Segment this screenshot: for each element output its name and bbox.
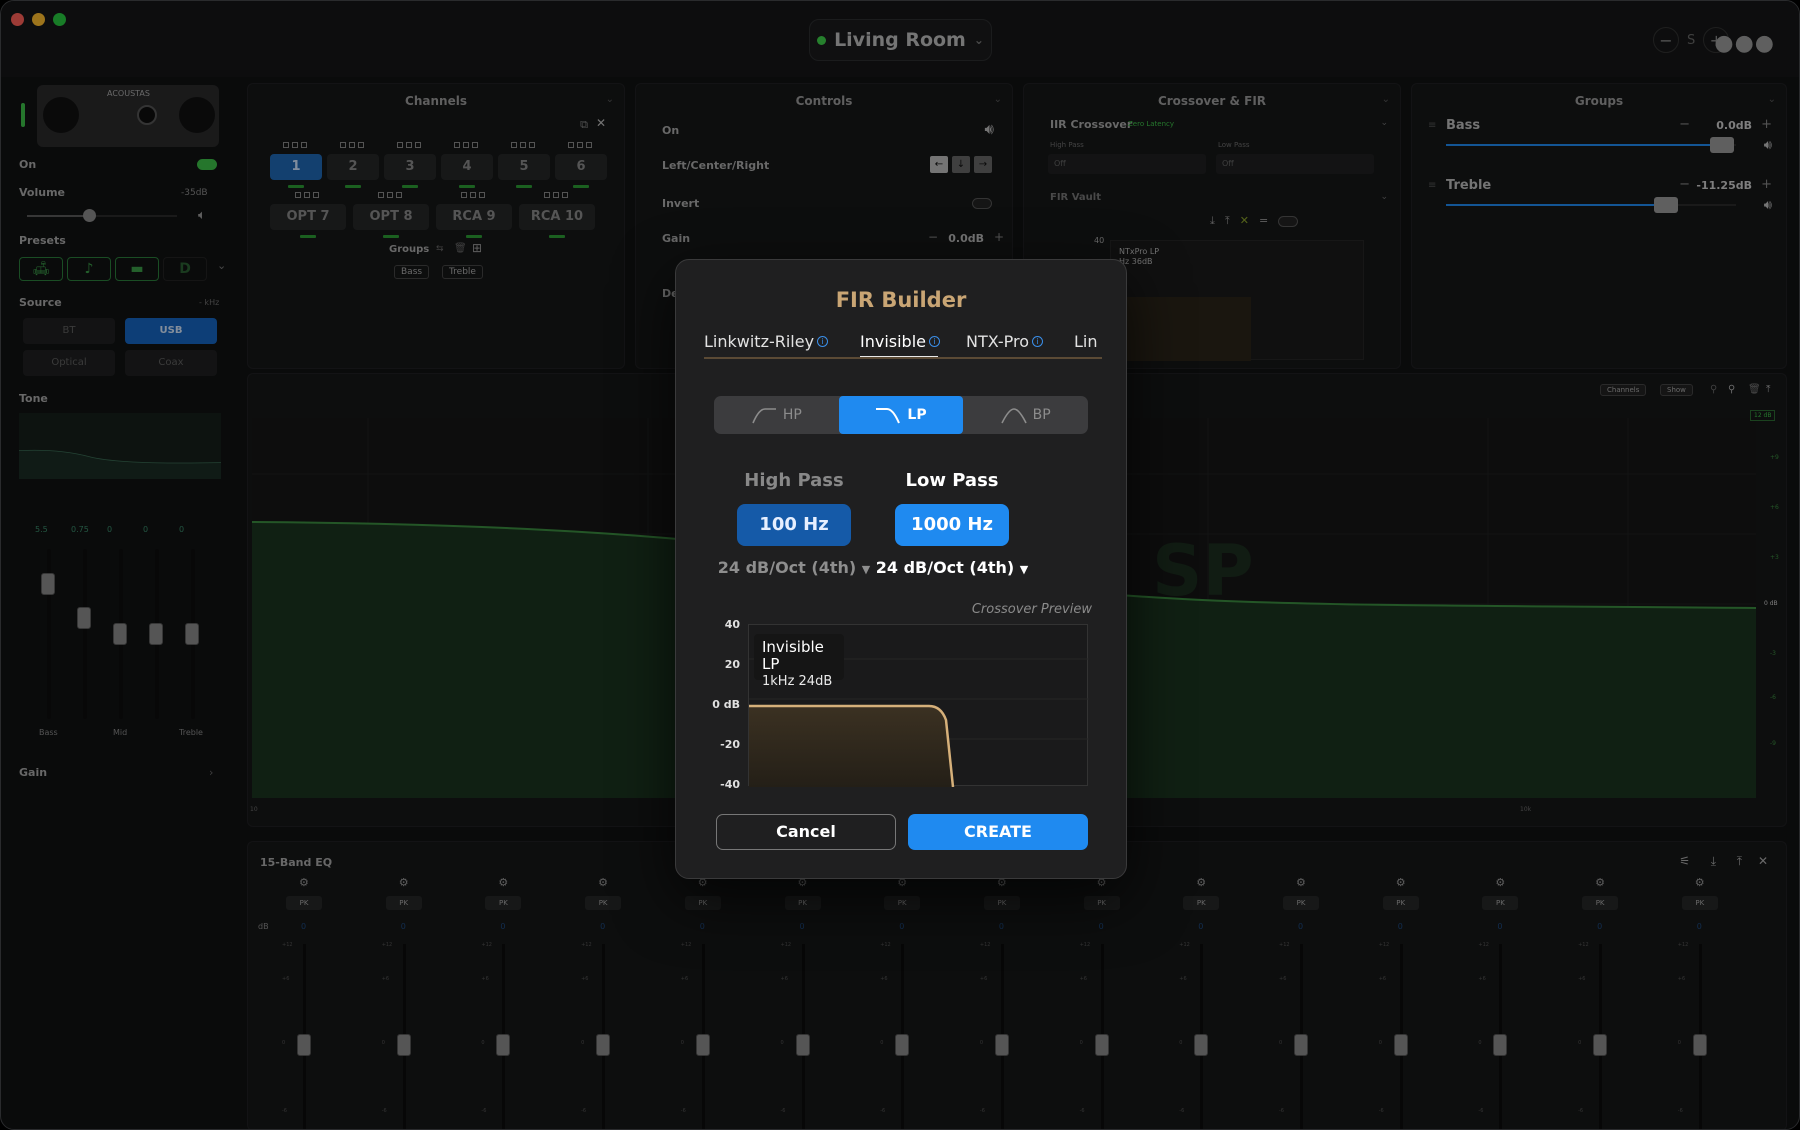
filter-mode-segmented: HP LP BP — [714, 396, 1088, 434]
lowpass-icon — [876, 408, 901, 424]
info-icon[interactable]: i — [929, 336, 940, 347]
slope-value: 24 dB/Oct (4th) — [875, 558, 1015, 577]
y-tick-m20: -20 — [720, 738, 740, 751]
cancel-button[interactable]: Cancel — [716, 814, 896, 850]
info-icon[interactable]: i — [817, 336, 829, 347]
highpass-icon — [752, 408, 776, 424]
filter-type-tabs: Linkwitz-Riley i Invisible i NTX-Pro i Lin — [704, 326, 1102, 359]
tooltip-sub: 1kHz 24dB — [762, 674, 833, 689]
low-pass-freq-button[interactable]: 1000 Hz — [895, 504, 1009, 546]
fir-builder-modal: FIR Builder Linkwitz-Riley i Invisible i N… — [675, 259, 1127, 879]
mode-bp-button[interactable]: BP — [963, 396, 1088, 434]
high-pass-slope-select[interactable]: 24 dB/Oct (4th) ▼ — [704, 558, 884, 577]
tab-invisible[interactable]: Invisible i — [860, 332, 940, 351]
y-tick-m40: -40 — [720, 778, 740, 791]
app-window: Living Room ⌄ − S + ●●● ACOUSTAS On Volu… — [0, 0, 1800, 1130]
dropdown-arrow-icon: ▼ — [1019, 563, 1029, 576]
tab-label: NTX-Pro — [966, 332, 1030, 351]
tab-label: Linkwitz-Riley — [704, 332, 815, 351]
bandpass-icon — [1000, 408, 1027, 424]
modal-title: FIR Builder — [835, 288, 967, 312]
tab-linkwitz-riley[interactable]: Linkwitz-Riley i — [704, 332, 829, 351]
y-tick-20: 20 — [724, 658, 740, 671]
high-pass-heading: High Pass — [744, 470, 844, 491]
low-pass-slope-select[interactable]: 24 dB/Oct (4th) ▼ — [862, 558, 1042, 577]
tab-ntx-pro[interactable]: NTX-Pro i — [966, 332, 1044, 351]
tooltip-title: Invisible LP — [762, 638, 824, 673]
tab-label: Invisible — [860, 332, 926, 351]
tab-linear[interactable]: Lin — [1074, 332, 1098, 351]
tab-label: Lin — [1074, 332, 1098, 351]
create-button[interactable]: CREATE — [908, 814, 1088, 850]
mode-label: BP — [1032, 407, 1051, 423]
slope-value: 24 dB/Oct (4th) — [717, 558, 857, 577]
crossover-preview-label: Crossover Preview — [971, 602, 1092, 617]
info-icon[interactable]: i — [1032, 336, 1044, 347]
mode-label: HP — [782, 407, 802, 423]
preview-tooltip: Invisible LP 1kHz 24dB — [754, 634, 844, 689]
y-tick-40: 40 — [724, 618, 740, 631]
low-pass-heading: Low Pass — [905, 470, 999, 491]
y-tick-0: 0 dB — [712, 698, 740, 711]
mode-label: LP — [907, 407, 927, 423]
active-tab-indicator — [860, 356, 938, 357]
mode-lp-button[interactable]: LP — [838, 396, 964, 434]
mode-hp-button[interactable]: HP — [714, 396, 839, 434]
high-pass-freq-button[interactable]: 100 Hz — [737, 504, 851, 546]
